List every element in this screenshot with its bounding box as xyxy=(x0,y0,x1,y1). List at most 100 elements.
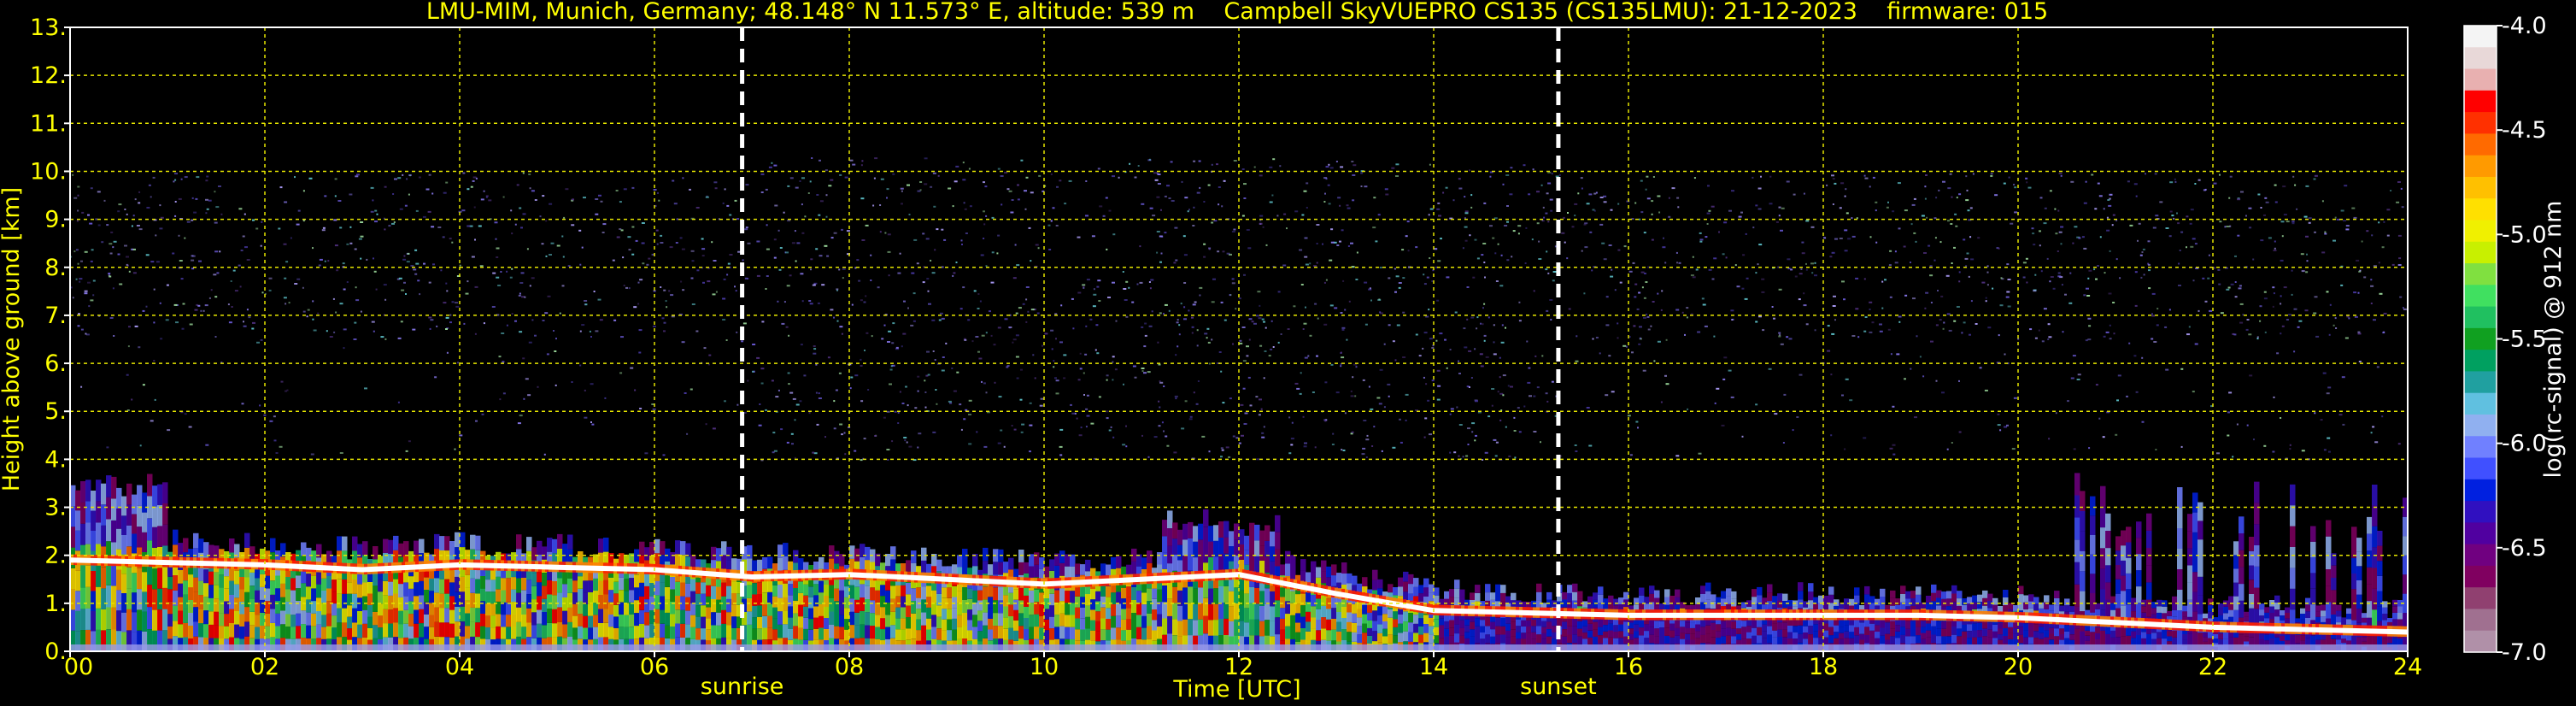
noise-speck xyxy=(429,327,431,330)
aerosol-cell xyxy=(685,624,691,638)
aerosol-cell xyxy=(1172,555,1178,571)
aerosol-cell xyxy=(419,595,425,609)
aerosol-cell xyxy=(608,614,614,627)
noise-speck xyxy=(1365,456,1368,458)
noise-speck xyxy=(2117,374,2121,377)
noise-speck xyxy=(2386,234,2390,237)
aerosol-cell xyxy=(783,610,789,625)
aerosol-cell xyxy=(665,586,671,600)
noise-speck xyxy=(1954,213,1957,215)
noise-speck xyxy=(665,300,667,303)
aerosol-cell xyxy=(875,590,881,603)
noise-speck xyxy=(1506,205,1509,207)
aerosol-cell xyxy=(598,595,604,609)
noise-speck xyxy=(2248,207,2252,209)
noise-speck xyxy=(1241,327,1246,328)
noise-speck xyxy=(220,213,223,215)
aerosol-cell xyxy=(993,600,999,614)
noise-speck xyxy=(1044,332,1048,335)
noise-speck xyxy=(1383,406,1386,409)
aerosol-cell xyxy=(1198,619,1204,636)
noise-speck xyxy=(689,188,691,191)
aerosol-cell xyxy=(280,570,286,584)
noise-speck xyxy=(695,330,699,332)
noise-speck xyxy=(2386,209,2391,211)
noise-speck xyxy=(631,186,635,189)
noise-speck xyxy=(1144,322,1147,325)
noise-speck xyxy=(1097,279,1101,282)
noise-speck xyxy=(1355,366,1358,368)
noise-speck xyxy=(2039,230,2041,232)
noise-speck xyxy=(355,286,357,289)
noise-speck xyxy=(1183,306,1186,309)
aerosol-cell xyxy=(721,609,727,624)
aerosol-cell xyxy=(485,627,491,639)
noise-speck xyxy=(1476,316,1479,319)
noise-speck xyxy=(1055,379,1059,382)
noise-speck xyxy=(529,187,531,190)
aerosol-cell xyxy=(516,621,522,637)
noise-speck xyxy=(1112,281,1115,284)
aerosol-cell xyxy=(1090,620,1096,631)
aerosol-cell xyxy=(942,630,948,641)
aerosol-cell xyxy=(239,627,245,639)
noise-speck xyxy=(2165,227,2169,229)
aerosol-cell xyxy=(203,542,209,556)
noise-speck xyxy=(90,299,94,302)
noise-speck xyxy=(1325,178,1328,180)
aerosol-cell xyxy=(162,503,168,525)
noise-speck xyxy=(1483,303,1486,305)
noise-speck xyxy=(1933,259,1936,262)
noise-speck xyxy=(554,350,557,352)
aerosol-cell xyxy=(367,582,373,594)
noise-speck xyxy=(2013,184,2016,185)
aerosol-cell xyxy=(1331,564,1337,576)
noise-speck xyxy=(744,277,748,279)
noise-speck xyxy=(1270,320,1273,322)
aerosol-cell xyxy=(285,627,291,639)
noise-speck xyxy=(1658,211,1661,214)
noise-speck xyxy=(925,238,930,240)
noise-speck xyxy=(2397,264,2402,266)
noise-speck xyxy=(1706,212,1710,215)
noise-speck xyxy=(1086,279,1090,281)
noise-speck xyxy=(1990,173,1993,175)
noise-speck xyxy=(889,383,892,385)
aerosol-cell xyxy=(1505,637,1511,644)
noise-speck xyxy=(1637,427,1639,429)
noise-speck xyxy=(1272,346,1275,348)
noise-speck xyxy=(1351,161,1354,162)
noise-speck xyxy=(1547,221,1550,223)
noise-speck xyxy=(1497,391,1499,393)
aerosol-cell xyxy=(1526,620,1532,627)
noise-speck xyxy=(641,222,645,224)
noise-speck xyxy=(736,218,740,221)
aerosol-cell xyxy=(1080,629,1086,641)
noise-speck xyxy=(1040,397,1044,400)
noise-speck xyxy=(431,226,435,228)
noise-speck xyxy=(1259,344,1263,347)
noise-speck xyxy=(172,252,175,255)
aerosol-cell xyxy=(1029,627,1035,639)
noise-speck xyxy=(2228,391,2233,394)
aerosol-cell xyxy=(255,615,261,627)
noise-speck xyxy=(977,308,980,309)
noise-speck xyxy=(975,336,979,338)
noise-speck xyxy=(283,243,287,245)
aerosol-cell xyxy=(275,626,281,639)
aerosol-cell xyxy=(547,538,553,552)
aerosol-cell xyxy=(255,603,261,615)
noise-speck xyxy=(1857,336,1860,338)
noise-speck xyxy=(1643,297,1646,299)
noise-speck xyxy=(2252,258,2255,261)
aerosol-cell xyxy=(244,532,250,548)
noise-speck xyxy=(518,294,521,297)
noise-speck xyxy=(1161,421,1164,424)
aerosol-cell xyxy=(1239,605,1245,621)
aerosol-cell xyxy=(906,560,912,572)
noise-speck xyxy=(1881,280,1884,283)
noise-speck xyxy=(2105,331,2110,333)
noise-speck xyxy=(1201,435,1206,438)
noise-speck xyxy=(953,390,957,392)
noise-speck xyxy=(1686,316,1688,319)
